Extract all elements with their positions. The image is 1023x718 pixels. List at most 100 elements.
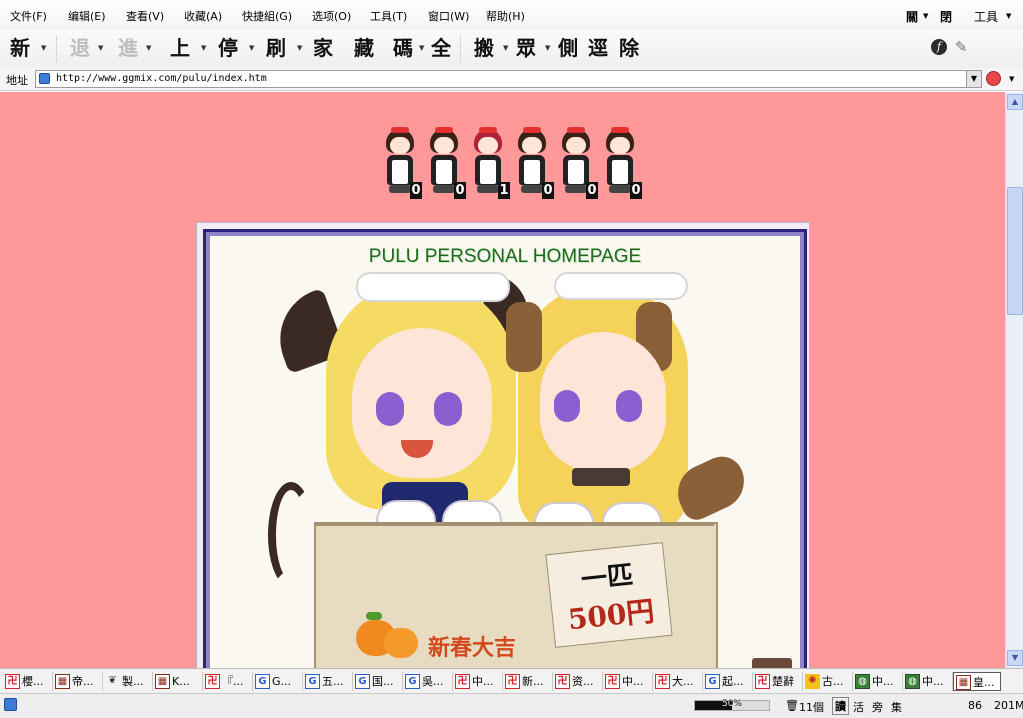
- menu-tools[interactable]: 工具(T): [370, 8, 407, 24]
- ie-icon: 卍: [555, 674, 570, 689]
- browser-tab[interactable]: ▦ K...: [153, 672, 203, 691]
- up-button[interactable]: 上: [170, 34, 190, 62]
- ie-icon: 卍: [605, 674, 620, 689]
- tab-label: 五...: [322, 675, 344, 688]
- scroll-thumb[interactable]: [1007, 187, 1023, 315]
- browser-tab[interactable]: G 国...: [353, 672, 403, 691]
- chevron-down-icon[interactable]: ▼: [41, 44, 46, 52]
- tools-icon[interactable]: ✎: [955, 38, 968, 56]
- browser-tab[interactable]: G G...: [253, 672, 303, 691]
- side-button[interactable]: 旁: [872, 699, 883, 715]
- chevron-down-icon[interactable]: ▼: [923, 12, 928, 20]
- collect-button[interactable]: 集: [891, 699, 902, 715]
- tangerine-icon: [384, 628, 418, 658]
- stop-button[interactable]: 停: [218, 34, 238, 62]
- encoding-button[interactable]: 碼: [393, 34, 413, 62]
- home-button[interactable]: 家: [313, 34, 333, 62]
- signature-stamp: [752, 658, 792, 668]
- menu-favorites[interactable]: 收藏(A): [184, 8, 222, 24]
- clear-button[interactable]: 除: [619, 34, 639, 62]
- browser-tab[interactable]: 卍大...: [653, 672, 703, 691]
- browser-tab[interactable]: ❦ 製...: [103, 672, 153, 691]
- menu-window[interactable]: 窗口(W): [428, 8, 469, 24]
- google-icon: G: [255, 674, 270, 689]
- closed-tabs-count[interactable]: 11個: [799, 699, 824, 715]
- menu-view[interactable]: 查看(V): [126, 8, 164, 24]
- counter-digit-value: 0: [630, 182, 642, 199]
- page-content: 0 0 1 0 0 0 PULU PERSONAL HOMEPAGE 一匹 50…: [0, 92, 1005, 668]
- refresh-button[interactable]: 刷: [266, 34, 286, 62]
- toolbar-separator: [460, 36, 461, 62]
- browser-tab[interactable]: ▦ 帝...: [53, 672, 103, 691]
- browser-tab[interactable]: 卍新...: [503, 672, 553, 691]
- counter-digit-value: 0: [410, 182, 422, 199]
- sidebar-button[interactable]: 側: [558, 34, 578, 62]
- menu-file[interactable]: 文件(F): [10, 8, 47, 24]
- tab-label: 皇...: [973, 676, 995, 689]
- memory-usage: 201M: [994, 699, 1023, 712]
- counter-digit: 0: [422, 127, 466, 199]
- globe-icon: ◍: [905, 674, 920, 689]
- back-button[interactable]: 退: [70, 34, 90, 62]
- tab-label: 製...: [122, 675, 144, 688]
- tab-label: K...: [172, 675, 190, 688]
- ie-icon: 卍: [5, 674, 20, 689]
- chevron-down-icon[interactable]: ▼: [545, 44, 550, 52]
- menu-options[interactable]: 选项(O): [312, 8, 351, 24]
- chevron-down-icon[interactable]: ▼: [98, 44, 103, 52]
- go-button[interactable]: 逕: [588, 34, 608, 62]
- tab-label: 中...: [622, 675, 644, 688]
- tools-menu-right[interactable]: 工具: [974, 8, 998, 25]
- menu-help[interactable]: 帮助(H): [486, 8, 525, 24]
- scroll-up-button[interactable]: ▲: [1007, 94, 1023, 110]
- browser-tab[interactable]: 卍楚辭: [753, 672, 803, 691]
- new-window-button[interactable]: 新: [10, 34, 30, 62]
- address-field[interactable]: ▼: [35, 70, 982, 88]
- counter-digit: 0: [510, 127, 554, 199]
- chevron-down-icon[interactable]: ▼: [1006, 12, 1011, 20]
- move-button[interactable]: 搬: [474, 34, 494, 62]
- trash-icon[interactable]: 🗑: [785, 699, 799, 712]
- browser-tab[interactable]: 卍『...: [203, 672, 253, 691]
- chevron-down-icon[interactable]: ▼: [419, 44, 424, 52]
- page-icon: ▦: [956, 675, 971, 690]
- browser-tab[interactable]: G 五...: [303, 672, 353, 691]
- browser-tab[interactable]: 卍中...: [453, 672, 503, 691]
- chevron-down-icon[interactable]: ▼: [249, 44, 254, 52]
- tab-label: G...: [272, 675, 292, 688]
- browser-tab[interactable]: ▦ 皇...: [953, 672, 1001, 691]
- scroll-down-button[interactable]: ▼: [1007, 650, 1023, 666]
- browser-tab[interactable]: 卍资...: [553, 672, 603, 691]
- browser-tab[interactable]: ◍ 中...: [853, 672, 903, 691]
- fullscreen-button[interactable]: 全: [431, 34, 451, 62]
- go-icon[interactable]: [986, 71, 1001, 86]
- chevron-down-icon[interactable]: ▼: [146, 44, 151, 52]
- chevron-down-icon[interactable]: ▼: [503, 44, 508, 52]
- tab-label: 资...: [572, 675, 594, 688]
- browser-tab[interactable]: ✺ 古...: [803, 672, 853, 691]
- vertical-scrollbar[interactable]: ▲ ▼: [1005, 92, 1023, 668]
- chevron-down-icon[interactable]: ▼: [297, 44, 302, 52]
- browser-tab[interactable]: 卍中...: [603, 672, 653, 691]
- active-button[interactable]: 活: [853, 699, 864, 715]
- forward-button[interactable]: 進: [118, 34, 138, 62]
- toolbar-separator: [56, 36, 57, 62]
- browser-tab[interactable]: G 起...: [703, 672, 753, 691]
- url-input[interactable]: [56, 72, 956, 85]
- menu-groups[interactable]: 快捷組(G): [242, 8, 292, 24]
- favorites-button[interactable]: 藏: [354, 34, 374, 62]
- chevron-down-icon[interactable]: ▼: [201, 44, 206, 52]
- reader-button[interactable]: 讀: [832, 697, 849, 715]
- close-all-button[interactable]: 閉: [940, 8, 952, 25]
- flash-icon[interactable]: f: [931, 39, 947, 55]
- browser-tab[interactable]: ◍ 中...: [903, 672, 953, 691]
- address-label: 地址: [6, 74, 28, 87]
- chevron-down-icon[interactable]: ▼: [1009, 75, 1014, 83]
- homepage-banner[interactable]: PULU PERSONAL HOMEPAGE 一匹 500円 新春大吉: [203, 229, 807, 668]
- address-dropdown-icon[interactable]: ▼: [966, 71, 981, 87]
- browser-tab[interactable]: G 吳...: [403, 672, 453, 691]
- menu-edit[interactable]: 编辑(E): [68, 8, 106, 24]
- browser-tab[interactable]: 卍櫻...: [3, 672, 53, 691]
- close-tab-button[interactable]: 關: [906, 8, 918, 25]
- group-button[interactable]: 眾: [516, 34, 536, 62]
